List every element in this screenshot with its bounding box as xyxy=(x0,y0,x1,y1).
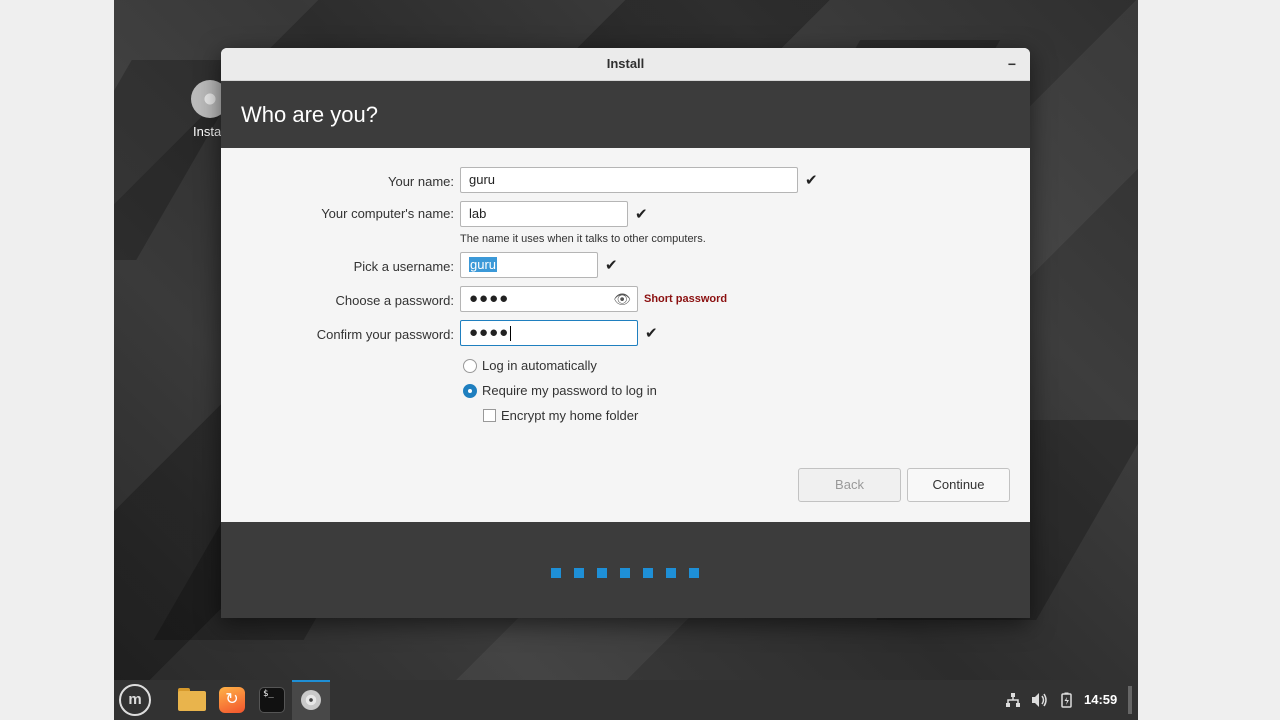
slideshow-area xyxy=(221,522,1030,618)
files-app-icon[interactable] xyxy=(176,684,208,716)
login-automatically-label: Log in automatically xyxy=(482,358,597,373)
back-button[interactable]: Back xyxy=(798,468,901,502)
confirm-password-label: Confirm your password: xyxy=(316,327,454,342)
computer-name-valid-check-icon: ✔ xyxy=(635,206,648,223)
login-automatically-radio[interactable] xyxy=(463,358,477,373)
name-input[interactable]: guru xyxy=(460,167,798,193)
confirm-password-input[interactable]: ●●●● xyxy=(460,320,638,346)
progress-indicator xyxy=(551,565,712,583)
encrypt-home-checkbox[interactable] xyxy=(483,409,496,423)
window-title: Install xyxy=(606,56,645,71)
network-icon[interactable] xyxy=(1005,692,1021,708)
text-caret xyxy=(510,326,512,342)
installer-window: Install − Who are you? Your name: guru ✔… xyxy=(221,48,1030,618)
name-label: Your name: xyxy=(387,174,454,189)
window-titlebar[interactable]: Install − xyxy=(221,48,1030,81)
firefox-icon: ↻ xyxy=(219,687,245,713)
disc-icon xyxy=(301,690,321,710)
progress-step xyxy=(620,568,630,578)
require-password-label: Require my password to log in xyxy=(482,383,657,398)
mint-menu-icon[interactable]: m xyxy=(119,684,151,716)
encrypt-home-label: Encrypt my home folder xyxy=(501,408,639,423)
show-password-eye-icon[interactable]: 👁 xyxy=(613,287,631,311)
terminal-app-icon[interactable]: $_ xyxy=(256,684,288,716)
require-password-option[interactable]: Require my password to log in xyxy=(463,383,657,399)
confirm-valid-check-icon: ✔ xyxy=(645,325,658,342)
username-input[interactable]: guru xyxy=(460,252,598,278)
encrypt-home-option[interactable]: Encrypt my home folder xyxy=(483,408,638,423)
progress-step xyxy=(551,568,561,578)
page-header: Who are you? xyxy=(221,81,1030,148)
folder-icon xyxy=(178,691,206,711)
password-masked-value: ●●●● xyxy=(469,290,510,307)
computer-name-input[interactable]: lab xyxy=(460,201,628,227)
progress-step xyxy=(643,568,653,578)
continue-button[interactable]: Continue xyxy=(907,468,1010,502)
progress-step xyxy=(666,568,676,578)
username-label: Pick a username: xyxy=(353,259,454,274)
password-strength-warning: Short password xyxy=(644,293,728,305)
clock[interactable]: 14:59 xyxy=(1084,680,1117,720)
battery-icon[interactable] xyxy=(1058,692,1074,708)
require-password-radio[interactable] xyxy=(463,383,477,398)
confirm-password-masked-value: ●●●● xyxy=(469,324,510,341)
progress-step xyxy=(689,568,699,578)
terminal-icon: $_ xyxy=(259,687,285,713)
volume-icon[interactable] xyxy=(1031,692,1049,708)
login-automatically-option[interactable]: Log in automatically xyxy=(463,358,597,374)
show-desktop-button[interactable] xyxy=(1128,686,1132,714)
installer-taskbar-button[interactable] xyxy=(292,680,330,720)
password-input[interactable]: ●●●● 👁 xyxy=(460,286,638,312)
minimize-button[interactable]: − xyxy=(1004,48,1020,80)
computer-name-hint: The name it uses when it talks to other … xyxy=(460,233,706,245)
firefox-app-icon[interactable]: ↻ xyxy=(216,684,248,716)
username-valid-check-icon: ✔ xyxy=(605,257,618,274)
page-title: Who are you? xyxy=(241,102,378,127)
computer-name-label: Your computer's name: xyxy=(321,206,454,221)
progress-step xyxy=(597,568,607,578)
user-form: Your name: guru ✔ Your computer's name: … xyxy=(221,147,1030,522)
taskbar: m ↻ $_ 14:59 xyxy=(114,680,1138,720)
progress-step xyxy=(574,568,584,578)
username-selected-text: guru xyxy=(469,257,498,272)
name-valid-check-icon: ✔ xyxy=(805,172,818,189)
password-label: Choose a password: xyxy=(335,293,454,308)
